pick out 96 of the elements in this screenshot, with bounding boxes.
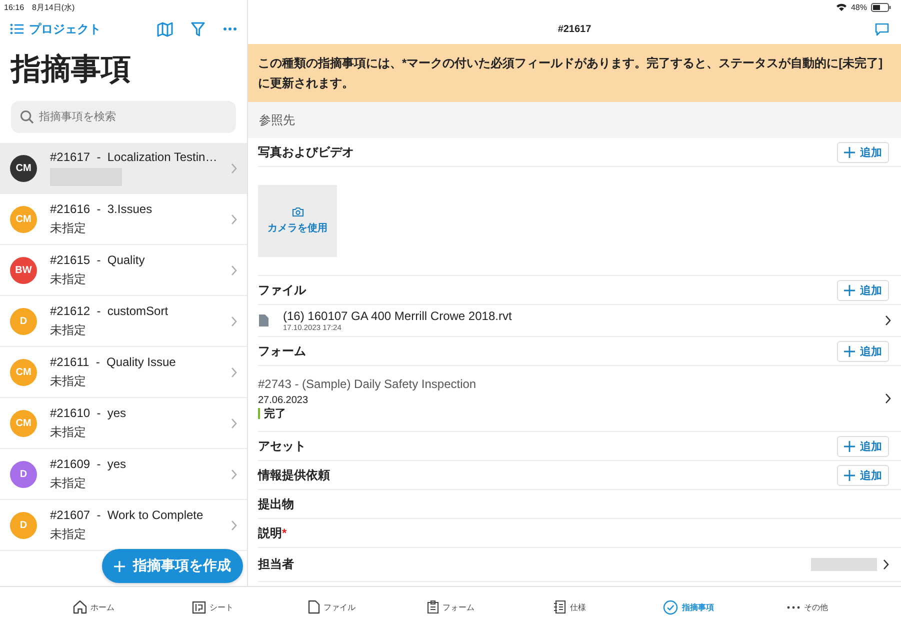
clipboard-icon <box>426 600 438 614</box>
chevron-icon <box>231 214 237 224</box>
more-icon[interactable] <box>223 27 237 31</box>
check-circle-icon <box>663 600 678 614</box>
add-button[interactable]: 追加 <box>837 142 889 162</box>
avatar: CM <box>10 206 37 232</box>
avatar: D <box>10 512 37 538</box>
chevron-icon <box>883 559 889 570</box>
issue-assignee: 未指定 <box>50 526 86 542</box>
status-time: 16:16 <box>4 2 24 12</box>
tab-bar-item[interactable]: 指摘事項 <box>629 598 748 616</box>
add-button[interactable]: 追加 <box>837 436 889 456</box>
assignee-row[interactable]: 担当者 <box>258 548 901 582</box>
chevron-icon <box>231 316 237 326</box>
avatar: D <box>10 460 37 488</box>
page-title: 指摘事項 <box>9 52 132 88</box>
issue-title: #21616 - 3.Issues <box>50 202 152 216</box>
search-icon <box>20 110 34 124</box>
list-icon <box>10 23 24 35</box>
issue-title: #21617 - Localization Testin… <box>50 150 218 164</box>
add-button[interactable]: 追加 <box>837 340 889 362</box>
more-icon <box>787 606 800 608</box>
section-label: フォーム <box>258 342 306 360</box>
tab-bar-item[interactable]: ファイル <box>272 599 391 615</box>
issue-assignee: 未指定 <box>50 474 86 492</box>
filter-icon[interactable] <box>191 22 205 36</box>
form-date: 27.06.2023 <box>258 394 310 406</box>
avatar: CM <box>10 154 37 182</box>
redacted-block <box>811 558 877 571</box>
home-icon <box>72 600 86 614</box>
form-title: #2743 - (Sample) Daily Safety Inspection <box>258 376 478 390</box>
plus-icon <box>844 346 855 356</box>
section-label: 提出物 <box>258 496 294 512</box>
issue-assignee: 未指定 <box>50 372 86 390</box>
document-icon <box>308 600 320 614</box>
section-label: アセット <box>258 438 306 454</box>
plus-icon <box>114 560 125 572</box>
section-label: 情報提供依頼 <box>258 466 330 484</box>
camera-icon <box>292 207 304 217</box>
required-fields-banner: この種類の指摘事項には、*マークの付いた必須フィールドがあります。完了すると、ステータスが自動的に[未完了]に更新されます。 <box>248 44 901 102</box>
plus-icon <box>844 284 855 296</box>
issue-number-title: #21617 <box>558 24 592 34</box>
add-button[interactable]: 追加 <box>837 280 889 300</box>
status-date: 8月14日(水) <box>32 2 75 12</box>
issue-title: #21611 - Quality Issue <box>50 354 176 368</box>
section-label: ファイル <box>258 282 306 298</box>
tab-bar-item[interactable]: その他 <box>748 600 867 614</box>
form-status: 完了 <box>264 406 286 420</box>
battery-percent: 48% <box>850 2 867 12</box>
add-button[interactable]: 追加 <box>837 464 889 486</box>
section-label: 参照先 <box>259 112 295 128</box>
issue-title: #21610 - yes <box>50 406 126 420</box>
search-field[interactable]: 指摘事項を検索 <box>11 101 236 133</box>
plus-icon <box>844 470 855 480</box>
issue-title: #21609 - yes <box>50 456 126 470</box>
avatar: BW <box>10 256 37 284</box>
issue-assignee: 未指定 <box>50 424 86 440</box>
chevron-icon <box>231 264 237 276</box>
tab-bar-item[interactable]: 仕様 <box>510 599 629 615</box>
issue-assignee: 未指定 <box>50 270 86 288</box>
chevron-icon <box>231 366 237 378</box>
issue-title: #21607 - Work to Complete <box>50 508 204 522</box>
plus-icon <box>844 440 855 452</box>
sheet-icon <box>192 600 206 614</box>
issue-title: #21615 - Quality <box>50 252 145 266</box>
projects-link[interactable]: プロジェクト <box>10 20 101 38</box>
file-name: (16) 160107 GA 400 Merrill Crowe 2018.rvt <box>283 309 513 323</box>
tab-bar-item[interactable]: シート <box>153 600 272 614</box>
form-list-item[interactable]: #2743 - (Sample) Daily Safety Inspection 27.06.2023 完了 <box>258 366 901 432</box>
tab-bar-item[interactable]: フォーム <box>391 599 510 615</box>
chevron-icon <box>231 520 237 530</box>
chevron-icon <box>231 418 237 428</box>
wifi-icon <box>836 3 847 11</box>
map-icon[interactable] <box>157 22 173 36</box>
spec-list-icon <box>553 600 566 614</box>
create-issue-button[interactable]: 指摘事項を作成 <box>102 549 243 583</box>
issue-title: #21612 - customSort <box>50 304 168 318</box>
use-camera-button[interactable]: カメラを使用 <box>258 185 337 257</box>
chevron-icon <box>885 315 891 326</box>
chevron-icon <box>231 468 237 480</box>
document-icon <box>258 314 269 327</box>
issue-list-item[interactable]: CM #21617 - Localization Testin… <box>0 143 247 194</box>
tab-bar-item[interactable]: ホーム <box>34 599 153 615</box>
battery-icon <box>871 2 891 12</box>
chevron-icon <box>231 162 237 174</box>
avatar: CM <box>10 410 37 436</box>
section-label: 写真およびビデオ <box>258 144 354 160</box>
plus-icon <box>844 146 855 158</box>
issue-assignee: 未指定 <box>50 220 86 236</box>
avatar: CM <box>10 358 37 386</box>
avatar: D <box>10 308 37 334</box>
chevron-icon <box>885 393 891 404</box>
issue-assignee: 未指定 <box>50 322 86 338</box>
section-label: 担当者 <box>258 556 295 573</box>
comment-icon[interactable] <box>875 23 889 36</box>
section-label: 説明* <box>258 524 287 542</box>
